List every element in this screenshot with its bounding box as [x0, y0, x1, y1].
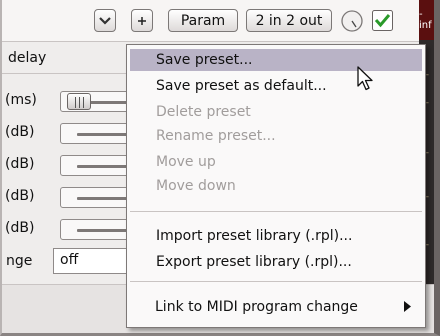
- wet-knob-icon[interactable]: [340, 9, 364, 33]
- slider-line: [77, 165, 129, 168]
- menu-item-rename-preset: Rename preset...: [156, 128, 276, 144]
- param-row: (ms): [2, 86, 130, 116]
- preset-context-menu: Save preset... Save preset as default...…: [126, 44, 426, 328]
- param-row: (dB): [2, 118, 130, 148]
- menu-item-import-library[interactable]: Import preset library (.rpl)...: [130, 225, 422, 247]
- slider-line: [77, 229, 129, 232]
- mode-select[interactable]: off: [53, 248, 133, 274]
- preset-menu-button[interactable]: [131, 9, 153, 32]
- param-label: (ms): [5, 92, 37, 108]
- mode-label: nge: [6, 253, 33, 269]
- menu-item-export-library[interactable]: Export preset library (.rpl)...: [130, 251, 422, 273]
- menu-item-save-preset-default[interactable]: Save preset as default...: [130, 75, 422, 97]
- submenu-arrow-icon: [404, 301, 411, 312]
- menu-separator: [130, 281, 422, 282]
- param-label: (dB): [5, 156, 35, 172]
- param-slider[interactable]: [60, 187, 130, 208]
- menu-item-link-midi-label: Link to MIDI program change: [155, 299, 358, 315]
- bypass-checkbox[interactable]: [372, 10, 393, 31]
- slider-thumb[interactable]: [67, 93, 91, 110]
- io-label: 2 in 2 out: [255, 12, 323, 29]
- io-button[interactable]: 2 in 2 out: [246, 9, 332, 32]
- param-label: Param: [180, 12, 226, 29]
- menu-item-link-midi[interactable]: Link to MIDI program change: [129, 296, 421, 318]
- param-row: (dB): [2, 214, 130, 244]
- menu-item-delete-preset: Delete preset: [156, 104, 251, 120]
- param-slider[interactable]: [60, 91, 130, 112]
- menu-item-move-down: Move down: [156, 178, 236, 194]
- param-label: (dB): [5, 124, 35, 140]
- menu-item-save-preset[interactable]: Save preset...: [130, 49, 422, 71]
- slider-line: [77, 197, 129, 200]
- param-row: (dB): [2, 150, 130, 180]
- menu-separator: [130, 211, 422, 212]
- param-label: (dB): [5, 188, 35, 204]
- plus-icon: [138, 16, 146, 25]
- preset-dropdown-button[interactable]: [94, 9, 116, 32]
- param-slider[interactable]: [60, 155, 130, 176]
- param-row: (dB): [2, 182, 130, 212]
- param-label: (dB): [5, 220, 35, 236]
- param-slider[interactable]: [60, 219, 130, 240]
- chevron-down-icon: [99, 16, 111, 25]
- param-button-vis[interactable]: Param: [168, 9, 238, 32]
- meter-peak-label: -inf: [419, 0, 434, 40]
- slider-line: [77, 133, 129, 136]
- param-slider[interactable]: [60, 123, 130, 144]
- mouse-cursor-icon: [357, 66, 373, 91]
- menu-item-move-up: Move up: [156, 154, 216, 170]
- plugin-name: delay: [2, 42, 130, 74]
